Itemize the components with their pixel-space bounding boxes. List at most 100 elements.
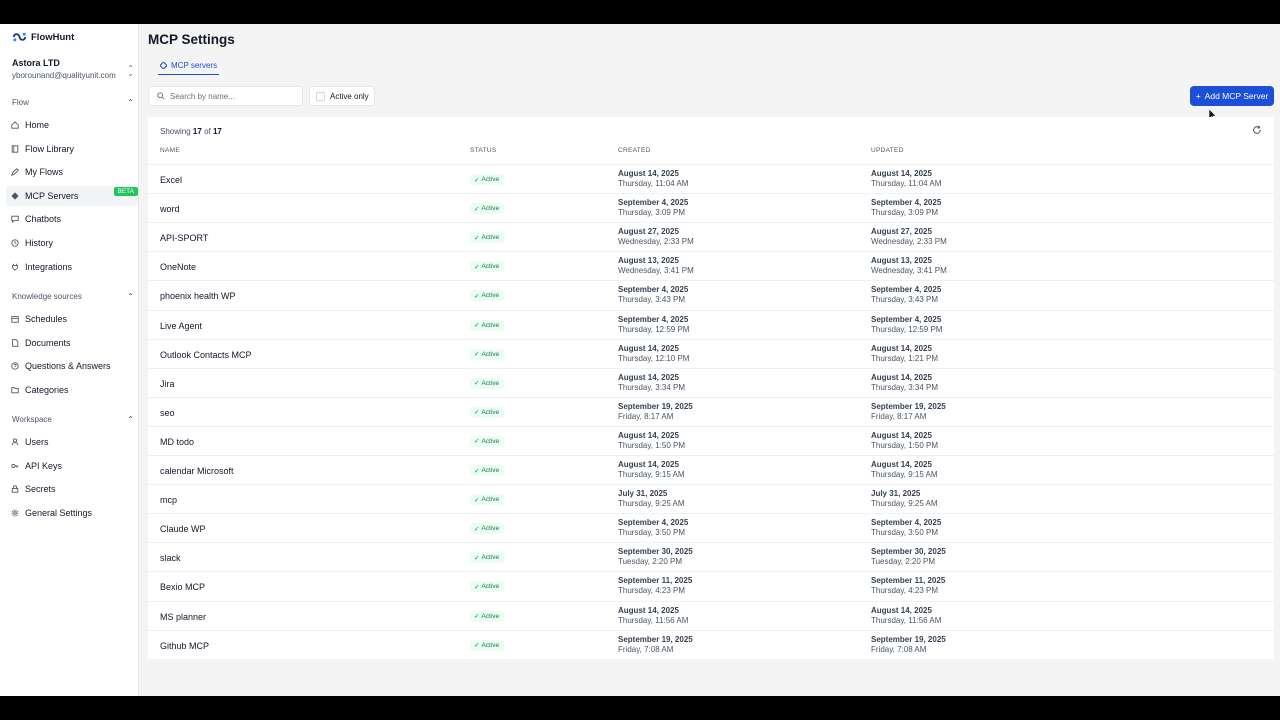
server-name[interactable]: MD todo	[160, 437, 194, 447]
sidebar-item-my-flows[interactable]: My Flows	[6, 162, 138, 182]
sidebar-item-flow-library[interactable]: Flow Library	[6, 139, 138, 159]
table-row[interactable]: Claude WP ✓ Active September 4, 2025 Thursda…	[148, 513, 1274, 542]
table-row[interactable]: Live Agent ✓ Active September 4, 2025 Thursd…	[148, 309, 1274, 339]
status-text: Active	[481, 525, 500, 533]
column-header-updated[interactable]: UPDATED	[871, 147, 904, 154]
table-row[interactable]: Jira ✓ Active August 14, 2025 Thursday, 3:34…	[148, 367, 1274, 397]
server-name[interactable]: word	[160, 204, 180, 214]
active-only-label: Active only	[330, 91, 369, 101]
chevron-up-icon[interactable]: ⌃	[127, 292, 134, 301]
chevron-up-icon[interactable]: ⌃	[127, 415, 134, 424]
server-name[interactable]: calendar Microsoft	[160, 466, 234, 476]
server-name[interactable]: seo	[160, 408, 175, 418]
active-only-filter[interactable]: Active only	[309, 86, 375, 106]
sidebar-item-label: Categories	[25, 384, 69, 395]
updated-date: August 14, 2025 Thursday, 1:21 PM	[871, 344, 938, 364]
sidebar-item-home[interactable]: Home	[6, 115, 138, 135]
server-name[interactable]: OneNote	[160, 262, 196, 272]
server-name[interactable]: slack	[160, 553, 181, 563]
org-switcher[interactable]: Astora LTD yborounand@qualityunit.com ⌃ ⌄	[12, 58, 134, 80]
check-icon: ✓	[474, 438, 480, 446]
refresh-icon[interactable]	[1252, 125, 1262, 135]
table-row[interactable]: OneNote ✓ Active August 13, 2025 Wednesday, …	[148, 251, 1274, 280]
sidebar-item-history[interactable]: History	[6, 233, 138, 253]
table-row[interactable]: Excel ✓ Active August 14, 2025 Thursday, 11:…	[148, 164, 1274, 193]
updated-date-time: Thursday, 3:50 PM	[871, 528, 938, 538]
table-row[interactable]: slack ✓ Active September 30, 2025 Tuesday, 2…	[148, 542, 1274, 571]
created-date: September 19, 2025 Friday, 7:08 AM	[618, 635, 693, 655]
table-row[interactable]: mcp ✓ Active July 31, 2025 Thursday, 9:25 AM…	[148, 484, 1274, 513]
server-name[interactable]: Excel	[160, 175, 182, 185]
active-only-checkbox[interactable]	[316, 91, 325, 101]
edit-icon	[11, 168, 19, 177]
calendar-icon	[11, 315, 19, 323]
server-name[interactable]: Live Agent	[160, 321, 202, 331]
table-row[interactable]: seo ✓ Active September 19, 2025 Friday, 8:17…	[148, 396, 1274, 426]
table-row[interactable]: calendar Microsoft ✓ Active August 14, 2025…	[148, 455, 1274, 484]
updated-date-time: Thursday, 11:04 AM	[871, 179, 942, 188]
sidebar-item-general-settings[interactable]: General Settings	[6, 503, 138, 523]
sidebar-section-header[interactable]: Knowledge sources ⌃	[12, 292, 134, 301]
table-row[interactable]: API-SPORT ✓ Active August 27, 2025 Wednesday…	[148, 222, 1274, 251]
sidebar-item-questions-answers[interactable]: Questions & Answers	[6, 356, 138, 376]
sidebar-item-integrations[interactable]: Integrations	[6, 257, 138, 277]
app-window: FlowHunt Astora LTD yborounand@qualityun…	[0, 24, 1280, 696]
sidebar-item-documents[interactable]: Documents	[6, 333, 138, 353]
created-date-day: September 4, 2025	[618, 198, 689, 208]
table-row[interactable]: Outlook Contacts MCP ✓ Active August 14, 20…	[148, 338, 1274, 368]
server-name[interactable]: phoenix health WP	[160, 291, 236, 301]
server-name[interactable]: Github MCP	[160, 641, 209, 651]
server-name[interactable]: API-SPORT	[160, 233, 208, 243]
created-date-day: August 14, 2025	[618, 460, 679, 469]
sidebar-section-header[interactable]: Flow ⌃	[12, 98, 134, 107]
server-name[interactable]: MS planner	[160, 612, 206, 622]
flowhunt-logo-icon	[12, 32, 27, 42]
column-header-name[interactable]: NAME	[160, 147, 180, 154]
sidebar-item-mcp-servers[interactable]: MCP Servers BETA	[6, 185, 138, 206]
table-row[interactable]: MS planner ✓ Active August 14, 2025 Thursday…	[148, 600, 1274, 630]
check-icon: ✓	[474, 409, 480, 417]
created-date-day: September 19, 2025	[618, 401, 693, 411]
created-date-day: September 4, 2025	[618, 518, 689, 528]
updated-date-time: Thursday, 3:34 PM	[871, 382, 938, 392]
sidebar-item-secrets[interactable]: Secrets	[6, 479, 138, 499]
brand-name: FlowHunt	[31, 31, 75, 43]
status-text: Active	[481, 641, 500, 649]
status-text: Active	[481, 263, 500, 271]
add-mcp-server-button[interactable]: + Add MCP Server	[1190, 86, 1274, 106]
search-box[interactable]	[148, 86, 303, 106]
table-row[interactable]: word ✓ Active September 4, 2025 Thursday, 3:…	[148, 193, 1274, 222]
sidebar-item-users[interactable]: Users	[6, 432, 138, 452]
created-date: September 4, 2025 Thursday, 12:59 PM	[618, 315, 689, 335]
sidebar-section-header[interactable]: Workspace ⌃	[12, 415, 134, 424]
updated-date-time: Thursday, 9:15 AM	[871, 470, 938, 479]
column-header-created[interactable]: CREATED	[618, 147, 651, 154]
tab-mcp-servers[interactable]: MCP servers	[158, 61, 220, 75]
table-row[interactable]: MD todo ✓ Active August 14, 2025 Thursday, 1…	[148, 425, 1274, 455]
server-name[interactable]: Claude WP	[160, 524, 206, 534]
created-date: August 14, 2025 Thursday, 1:50 PM	[618, 431, 685, 451]
chevron-up-icon[interactable]: ⌃	[127, 98, 134, 107]
updated-date-day: September 19, 2025	[871, 634, 946, 644]
brand[interactable]: FlowHunt	[12, 31, 74, 43]
sidebar-item-label: Questions & Answers	[25, 361, 111, 372]
table-row[interactable]: Bexio MCP ✓ Active September 11, 2025 Thursd…	[148, 571, 1274, 600]
table-row[interactable]: Github MCP ✓ Active September 19, 2025 Frida…	[148, 629, 1274, 659]
sidebar-item-api-keys[interactable]: API Keys	[6, 456, 138, 476]
sidebar-item-label: History	[25, 238, 54, 248]
server-name[interactable]: Outlook Contacts MCP	[160, 350, 252, 360]
created-date-day: August 14, 2025	[618, 605, 679, 615]
server-name[interactable]: Bexio MCP	[160, 582, 205, 592]
server-name[interactable]: mcp	[160, 495, 177, 505]
sidebar-item-chatbots[interactable]: Chatbots	[6, 209, 138, 229]
created-date-time: Thursday, 3:09 PM	[618, 208, 685, 218]
sidebar-item-categories[interactable]: Categories	[6, 380, 138, 400]
column-header-status[interactable]: STATUS	[470, 147, 496, 154]
search-input[interactable]	[170, 91, 290, 101]
table-row[interactable]: phoenix health WP ✓ Active September 4, 202…	[148, 280, 1274, 309]
sidebar-item-schedules[interactable]: Schedules	[6, 309, 138, 329]
plug-icon	[11, 263, 19, 271]
status-text: Active	[481, 437, 500, 445]
server-name[interactable]: Jira	[160, 379, 175, 389]
status-text: Active	[481, 234, 500, 242]
